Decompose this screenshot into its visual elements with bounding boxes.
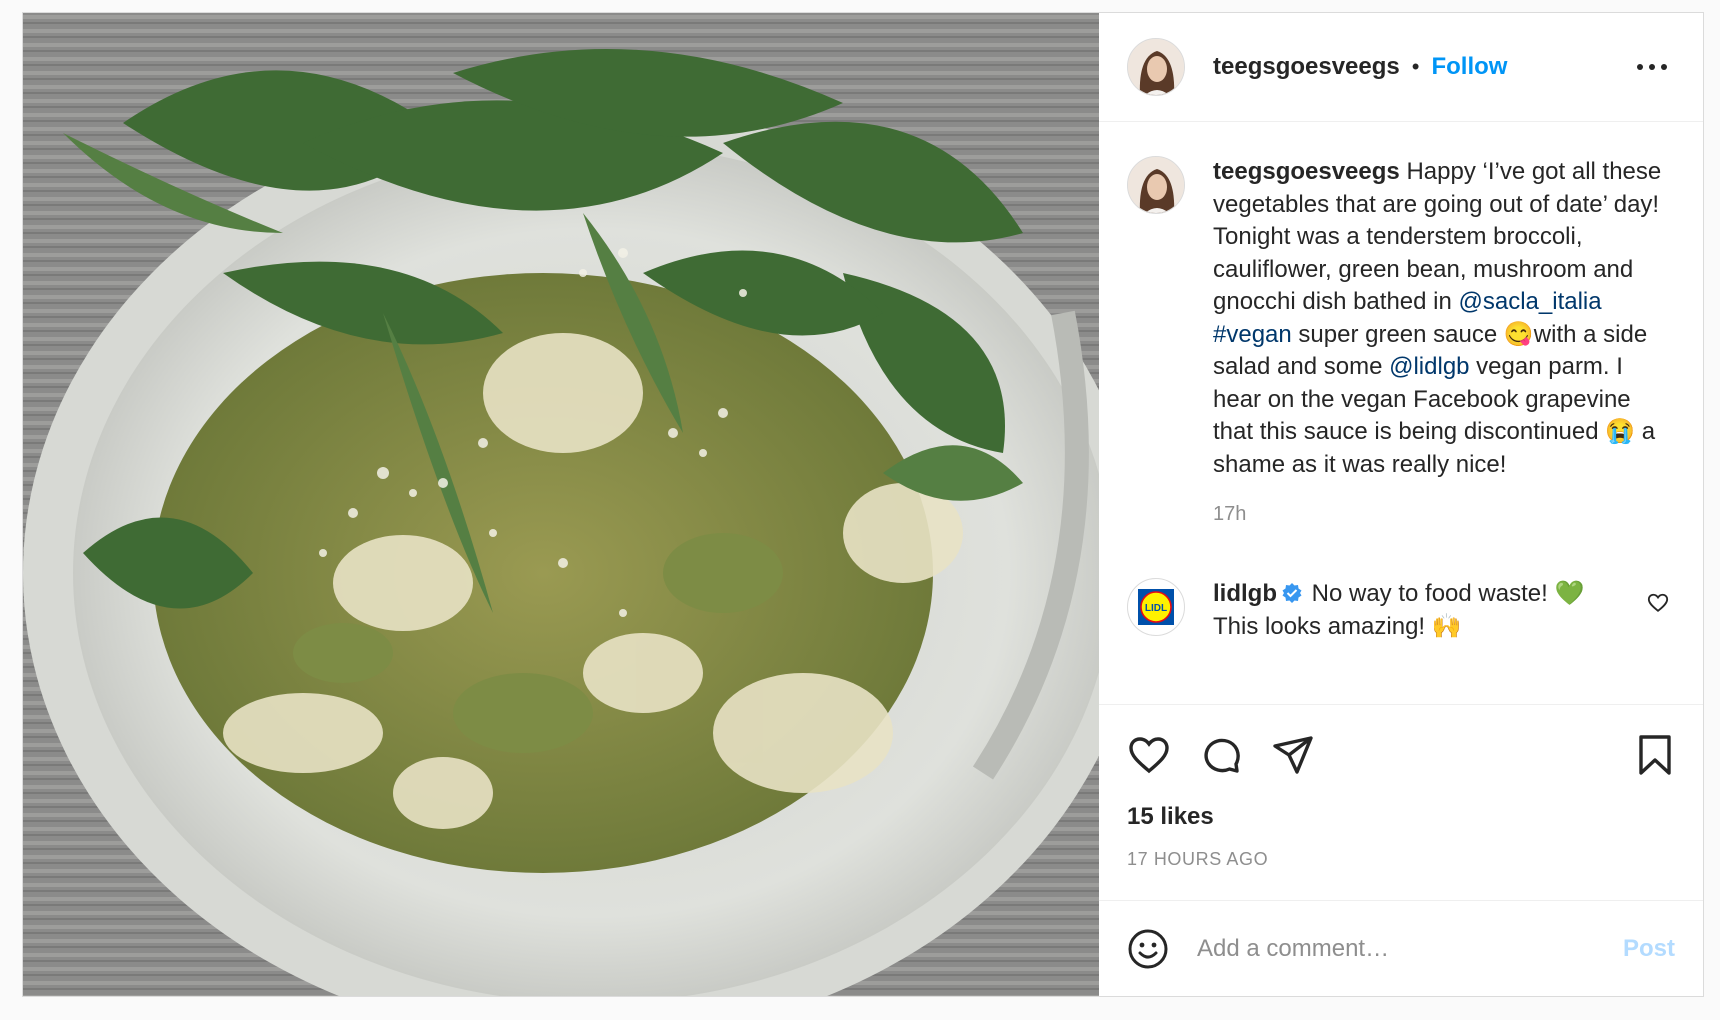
mention-link[interactable]: @sacla_italia — [1459, 288, 1602, 315]
post-header: teegsgoesveegs • Follow — [1099, 13, 1703, 122]
comment-username[interactable]: lidlgb — [1213, 580, 1277, 607]
comment-like-heart-icon[interactable] — [1647, 592, 1669, 614]
comment-text: lidlgb No way to food waste! 💚 This look… — [1213, 578, 1633, 643]
emoji-cry: 😭 — [1605, 418, 1636, 445]
emoji-green-heart: 💚 — [1554, 580, 1585, 607]
comment-part: No way to food waste! — [1304, 580, 1555, 607]
heart-icon[interactable] — [1127, 733, 1171, 777]
follow-button[interactable]: Follow — [1431, 53, 1507, 81]
action-icons — [1127, 731, 1675, 779]
post-comment-button[interactable]: Post — [1623, 935, 1675, 963]
bookmark-icon[interactable] — [1635, 733, 1675, 777]
caption-avatar[interactable] — [1127, 156, 1185, 214]
emoji-raised-hands: 🙌 — [1431, 612, 1462, 640]
lidl-logo-icon: LIDL — [1138, 589, 1174, 625]
verified-badge-icon — [1282, 583, 1302, 603]
share-icon[interactable] — [1271, 733, 1315, 777]
emoji-yum: 😋 — [1503, 320, 1534, 348]
separator-dot: • — [1411, 54, 1420, 79]
comment-input[interactable] — [1197, 934, 1623, 963]
likes-count[interactable]: 15 likes — [1127, 803, 1675, 831]
post-card: teegsgoesveegs • Follow teegsgoesveegs H… — [22, 12, 1704, 997]
lidl-logo-text: LIDL — [1145, 603, 1167, 614]
caption: teegsgoesveegs Happy ‘I’ve got all these… — [1127, 156, 1675, 481]
food-bowl-image — [23, 13, 1099, 996]
emoji-picker-icon[interactable] — [1127, 928, 1169, 970]
post-actions: 15 likes 17 HOURS AGO — [1099, 704, 1703, 900]
caption-text: teegsgoesveegs Happy ‘I’ve got all these… — [1213, 156, 1663, 481]
post-author-username[interactable]: teegsgoesveegs — [1213, 53, 1400, 81]
add-comment-bar: Post — [1099, 900, 1703, 996]
comment-row: LIDL lidlgb No way to food waste! 💚 This… — [1127, 578, 1675, 643]
comment-icon[interactable] — [1199, 733, 1243, 777]
more-horizontal-icon[interactable] — [1635, 55, 1669, 79]
hashtag-link[interactable]: #vegan — [1213, 321, 1292, 348]
profile-photo-icon — [1128, 157, 1184, 213]
mention-link[interactable]: @lidlgb — [1389, 353, 1469, 380]
comments-section: teegsgoesveegs Happy ‘I’ve got all these… — [1099, 122, 1703, 704]
caption-username[interactable]: teegsgoesveegs — [1213, 158, 1400, 185]
caption-time[interactable]: 17h — [1213, 503, 1675, 526]
user-avatar[interactable] — [1127, 38, 1185, 96]
comment-part: This looks amazing! — [1213, 612, 1432, 640]
profile-photo-icon — [1128, 39, 1184, 95]
lidl-avatar[interactable]: LIDL — [1127, 578, 1185, 636]
post-photo[interactable] — [23, 13, 1099, 996]
post-timestamp[interactable]: 17 HOURS AGO — [1127, 849, 1675, 870]
caption-part: super green sauce — [1291, 320, 1504, 348]
post-side-panel: teegsgoesveegs • Follow teegsgoesveegs H… — [1099, 13, 1703, 996]
